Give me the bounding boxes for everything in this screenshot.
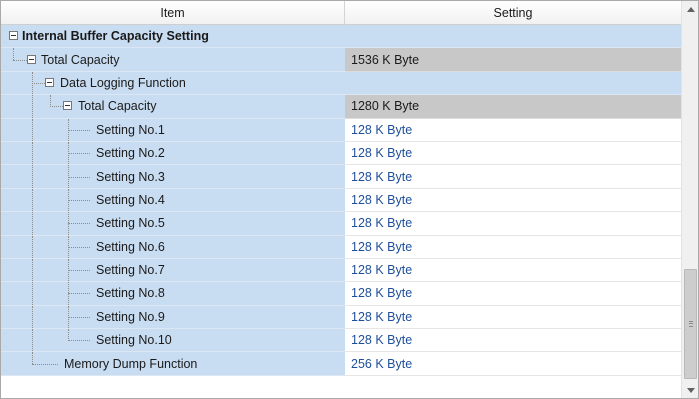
tree-row-setting[interactable]: Setting No.3 128 K Byte [1,165,681,189]
column-header-item[interactable]: Item [1,1,345,25]
row-label: Total Capacity [41,52,120,67]
row-label: Memory Dump Function [64,356,198,371]
grip-icon [689,321,693,327]
tree-row-total-capacity[interactable]: Total Capacity 1536 K Byte [1,48,681,72]
row-label: Setting No.6 [96,239,165,254]
tree-row-internal-buffer[interactable]: Internal Buffer Capacity Setting [1,25,681,49]
grid-rows: Internal Buffer Capacity Setting Total C… [1,25,681,398]
row-value-editable[interactable]: 128 K Byte [345,235,681,259]
tree-row-setting[interactable]: Setting No.8 128 K Byte [1,282,681,306]
tree-line [32,95,33,118]
tree-row-setting[interactable]: Setting No.5 128 K Byte [1,212,681,236]
parameter-grid: Item Setting Internal Buffer Capacity Se… [0,0,699,399]
row-value-editable[interactable]: 128 K Byte [345,141,681,166]
scrollbar-thumb[interactable] [684,269,697,379]
collapse-minus-icon[interactable] [9,31,18,41]
column-header-setting[interactable]: Setting [345,1,681,25]
row-value-readonly: 1536 K Byte [345,48,681,72]
row-label: Setting No.2 [96,146,165,161]
tree-line [13,59,27,61]
tree-row-setting[interactable]: Setting No.7 128 K Byte [1,258,681,283]
arrow-up-icon [686,7,695,12]
row-value-editable[interactable]: 128 K Byte [345,282,681,306]
row-label: Internal Buffer Capacity Setting [22,29,209,44]
row-value-editable[interactable]: 128 K Byte [345,329,681,353]
row-label: Setting No.5 [96,216,165,231]
row-value [345,71,681,96]
tree-line [50,95,51,108]
collapse-minus-icon[interactable] [63,101,72,111]
row-label: Setting No.9 [96,309,165,324]
tree-row-setting[interactable]: Setting No.6 128 K Byte [1,235,681,259]
row-value [345,25,681,49]
row-label: Setting No.7 [96,263,165,278]
row-value-editable[interactable]: 128 K Byte [345,188,681,213]
collapse-minus-icon[interactable] [45,77,54,87]
tree-row-setting[interactable]: Setting No.10 128 K Byte [1,329,681,353]
tree-row-setting[interactable]: Setting No.9 128 K Byte [1,305,681,330]
tree-row-setting[interactable]: Setting No.1 128 K Byte [1,118,681,142]
row-value-editable[interactable]: 128 K Byte [345,212,681,236]
tree-row-setting[interactable]: Setting No.2 128 K Byte [1,141,681,166]
tree-row-setting[interactable]: Setting No.4 128 K Byte [1,188,681,213]
row-label: Setting No.10 [96,333,172,348]
scroll-down-button[interactable] [682,382,698,398]
row-label: Total Capacity [78,99,157,114]
row-value-editable[interactable]: 256 K Byte [345,352,681,376]
tree-line [50,106,63,108]
row-label: Setting No.8 [96,286,165,301]
tree-line [13,48,14,61]
tree-line [32,82,45,84]
collapse-minus-icon[interactable] [27,54,36,64]
tree-row-data-logging[interactable]: Data Logging Function [1,71,681,96]
row-label: Setting No.4 [96,192,165,207]
row-value-editable[interactable]: 128 K Byte [345,258,681,283]
grid-header: Item Setting [1,1,681,25]
row-label: Setting No.1 [96,122,165,137]
row-value-editable[interactable]: 128 K Byte [345,165,681,189]
arrow-down-icon [686,388,695,393]
row-value-editable[interactable]: 128 K Byte [345,118,681,142]
tree-row-logging-total-capacity[interactable]: Total Capacity 1280 K Byte [1,95,681,119]
vertical-scrollbar[interactable] [681,1,698,398]
row-value-editable[interactable]: 128 K Byte [345,305,681,330]
row-value-readonly: 1280 K Byte [345,95,681,119]
tree-row-memory-dump[interactable]: Memory Dump Function 256 K Byte [1,352,681,376]
row-label: Setting No.3 [96,169,165,184]
row-label: Data Logging Function [60,75,186,90]
scroll-up-button[interactable] [682,1,698,18]
